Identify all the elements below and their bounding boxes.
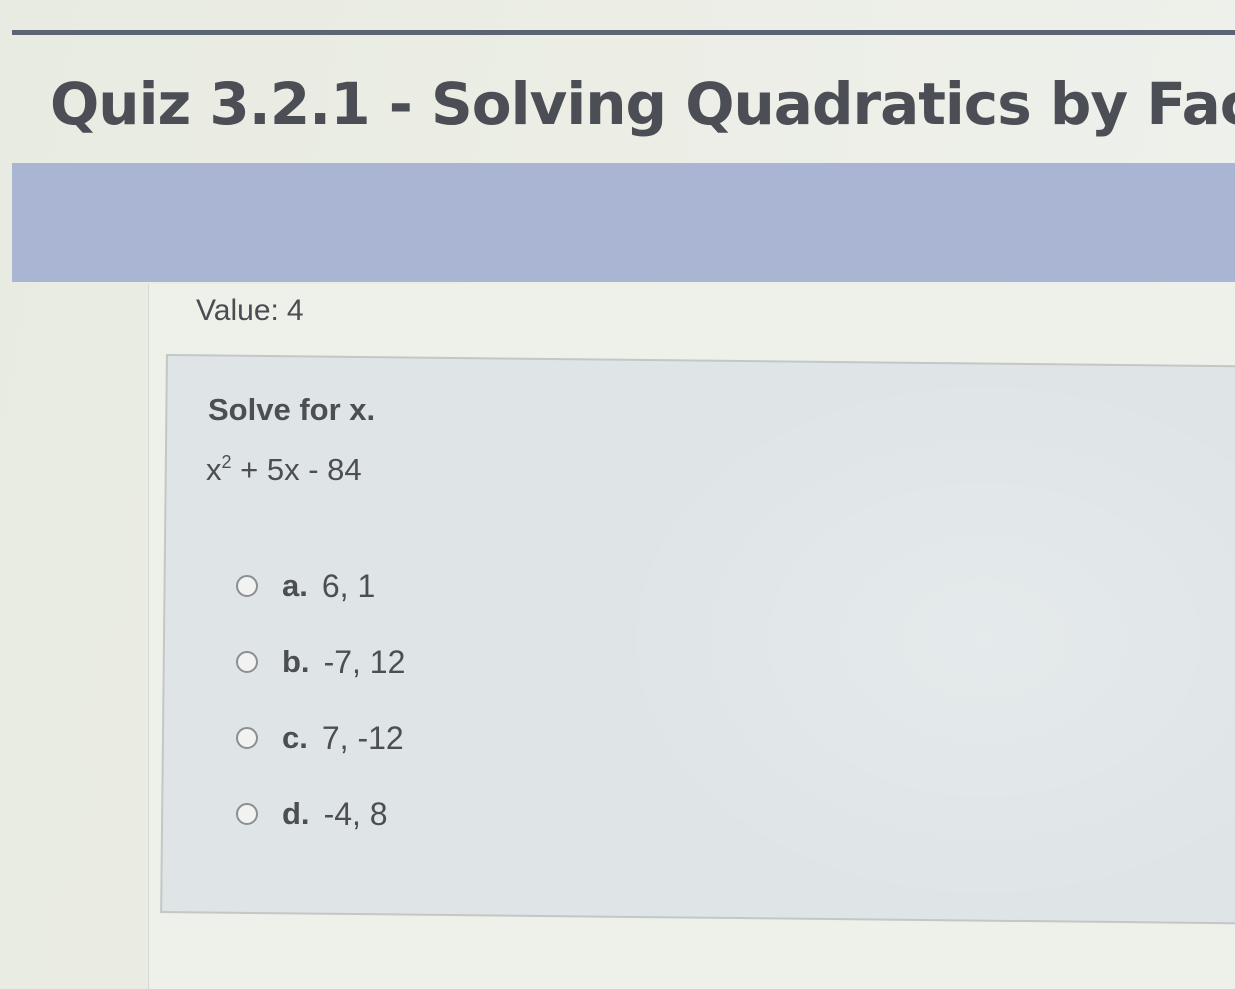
choice-letter: a.: [282, 568, 308, 603]
value-amount: 4: [286, 294, 304, 327]
quiz-title: Quiz 3.2.1 - Solving Quadratics by Fac: [50, 70, 1235, 138]
choice-text: -7, 12: [323, 643, 406, 680]
choice-text: -4, 8: [323, 795, 388, 832]
radio-button-icon[interactable]: [236, 803, 258, 825]
answer-choice-d[interactable]: d. -4, 8: [236, 776, 405, 852]
equation-exponent: 2: [221, 452, 232, 472]
choice-letter: d.: [282, 796, 310, 831]
quiz-header-bar: [12, 163, 1235, 282]
equation-rest: + 5x - 84: [231, 452, 362, 487]
question-value: Value: 4: [196, 294, 304, 328]
answer-choice-a[interactable]: a. 6, 1: [236, 548, 405, 624]
answer-choice-b[interactable]: b. -7, 12: [236, 624, 405, 700]
value-label: Value:: [196, 294, 279, 327]
quiz-page: Quiz 3.2.1 - Solving Quadratics by Fac V…: [0, 0, 1235, 989]
radio-button-icon[interactable]: [236, 727, 258, 749]
radio-button-icon[interactable]: [236, 575, 258, 597]
choice-text: 7, -12: [321, 719, 404, 756]
choice-letter: b.: [282, 644, 310, 679]
radio-button-icon[interactable]: [236, 651, 258, 673]
equation-base: x: [206, 452, 222, 487]
header-rule: [12, 30, 1235, 35]
choice-text: 6, 1: [321, 567, 376, 604]
answer-choice-c[interactable]: c. 7, -12: [236, 700, 405, 776]
choice-letter: c.: [282, 720, 308, 755]
answer-choices: a. 6, 1 b. -7, 12 c. 7, -12 d. -4, 8: [236, 548, 405, 852]
question-prompt: Solve for x.: [208, 392, 376, 427]
question-equation: x2 + 5x - 84: [206, 452, 362, 488]
